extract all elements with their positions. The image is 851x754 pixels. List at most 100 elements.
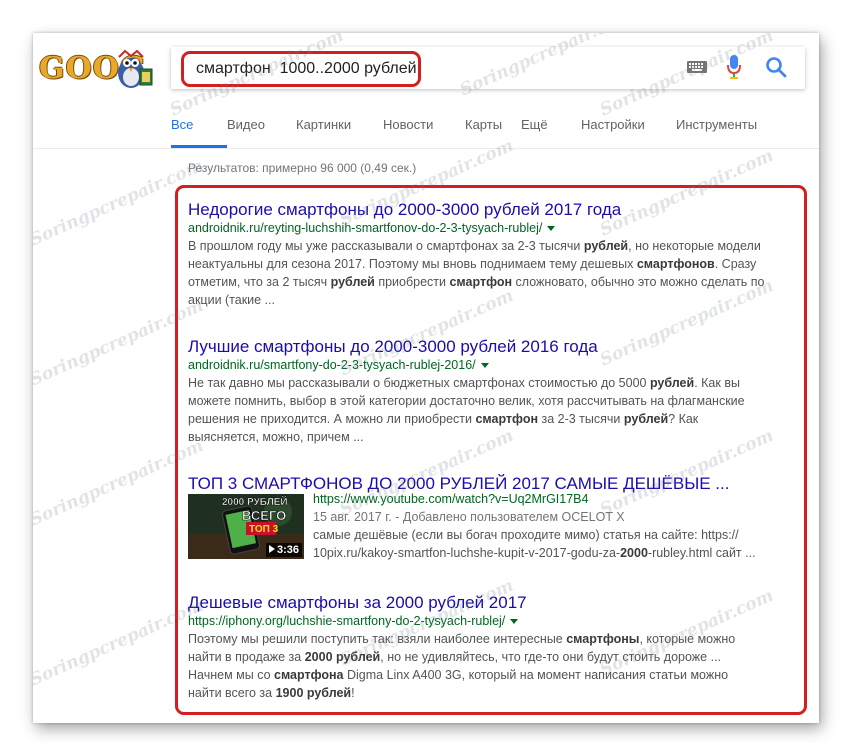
snippet-text: найти в продаже за xyxy=(188,650,305,664)
result-title[interactable]: Лучшие смартфоны до 2000-3000 рублей 201… xyxy=(188,337,798,357)
snippet-text: Начнем мы со xyxy=(188,668,275,682)
snippet-keyword: смартфон xyxy=(449,275,513,289)
search-header: GOOG смартфон 1000..2000 рублей Все Виде… xyxy=(33,33,819,149)
thumb-badge-text: ТОП 3 xyxy=(249,524,279,535)
tab-news[interactable]: Новости xyxy=(383,115,465,148)
snippet-line: акции (такие ... xyxy=(188,291,798,309)
thumb-top-text: 2000 РУБЛЕЙ xyxy=(222,495,288,508)
video-thumbnail[interactable]: 2000 РУБЛЕЙ ВСЕГО ТОП 3 3:36 xyxy=(188,494,304,559)
logo[interactable]: GOOG xyxy=(39,47,159,95)
play-icon xyxy=(268,545,275,553)
snippet-text: выясняется, можно, причем ... xyxy=(188,430,364,444)
search-result: Недорогие смартфоны до 2000-3000 рублей … xyxy=(188,200,798,309)
video-date-line: 15 авг. 2017 г. - Добавлено пользователе… xyxy=(313,510,625,524)
tab-tools[interactable]: Инструменты xyxy=(676,115,757,148)
snippet-text: Поэтому мы решили поступить так: взяли н… xyxy=(188,632,567,646)
result-stats: Результатов: примерно 96 000 (0,49 сек.) xyxy=(188,161,417,175)
microphone-icon[interactable] xyxy=(727,55,741,79)
snippet-line: найти в продаже за 2000 рублей, но не уд… xyxy=(188,648,798,666)
snippet-keyword: рублей xyxy=(330,275,375,289)
search-input[interactable]: смартфон 1000..2000 рублей xyxy=(196,60,417,78)
search-tabs: Все Видео Картинки Новости Карты Ещё Нас… xyxy=(171,115,757,149)
snippet-text: 10pix.ru/kakoy-smartfon-luchshe-kupit-v-… xyxy=(313,546,621,560)
result-url-text: https://iphony.org/luchshie-smartfony-do… xyxy=(188,614,506,628)
dropdown-arrow-icon[interactable] xyxy=(480,363,489,369)
search-box[interactable]: смартфон 1000..2000 рублей xyxy=(171,47,805,89)
snippet-line: Поэтому мы решили поступить так: взяли н… xyxy=(188,630,798,648)
snippet-text: . Сразу xyxy=(714,257,757,271)
snippet-text: отметим, что за 2 тысяч xyxy=(188,275,331,289)
snippet-keyword: рублей xyxy=(623,412,669,426)
snippet-line: самые дешёвые (если вы богач проходите м… xyxy=(313,526,798,544)
snippet-line: отметим, что за 2 тысяч рублей приобрест… xyxy=(188,273,798,291)
snippet-text: Не так давно мы рассказывали о бюджетных… xyxy=(188,376,650,390)
snippet-text: , но некоторые модели xyxy=(628,239,761,253)
keyboard-icon[interactable] xyxy=(687,61,707,73)
snippet-keyword: рублей xyxy=(649,376,695,390)
result-snippet: самые дешёвые (если вы богач проходите м… xyxy=(313,526,798,562)
dropdown-arrow-icon[interactable] xyxy=(547,226,556,232)
snippet-text: . Как вы xyxy=(694,376,740,390)
snippet-text: за 2-3 тысячи xyxy=(538,412,624,426)
result-snippet: Поэтому мы решили поступить так: взяли н… xyxy=(188,630,798,702)
snippet-line: выясняется, можно, причем ... xyxy=(188,428,798,446)
snippet-text: сложновато, обычно это можно сделать по xyxy=(512,275,765,289)
snippet-line: 10pix.ru/kakoy-smartfon-luchshe-kupit-v-… xyxy=(313,544,798,562)
tab-settings[interactable]: Настройки xyxy=(581,115,676,148)
tab-all[interactable]: Все xyxy=(171,115,227,148)
tab-more[interactable]: Ещё xyxy=(521,115,581,148)
snippet-text: , которые можно xyxy=(639,632,736,646)
result-url[interactable]: androidnik.ru/reyting-luchshih-smartfono… xyxy=(188,220,798,237)
search-result: Лучшие смартфоны до 2000-3000 рублей 201… xyxy=(188,337,798,446)
tab-video[interactable]: Видео xyxy=(227,115,296,148)
snippet-line: можете помнить, выбор в этой категории д… xyxy=(188,392,798,410)
bird-mascot-icon xyxy=(118,49,153,88)
snippet-line: Начнем мы со смартфона Digma Linx A400 3… xyxy=(188,666,798,684)
snippet-keyword: смартфонов xyxy=(636,257,715,271)
dropdown-arrow-icon[interactable] xyxy=(510,619,519,625)
snippet-line: решения не приходится. А можно ли приобр… xyxy=(188,410,798,428)
snippet-text: -rubley.html сайт ... xyxy=(647,546,756,560)
snippet-keyword: смартфоны xyxy=(566,632,640,646)
tab-maps[interactable]: Карты xyxy=(465,115,521,148)
snippet-keyword: смартфона xyxy=(274,668,344,682)
snippet-text: самые дешёвые (если вы богач проходите м… xyxy=(313,528,739,542)
result-url[interactable]: https://iphony.org/luchshie-smartfony-do… xyxy=(188,613,798,630)
result-url-text: androidnik.ru/reyting-luchshih-smartfono… xyxy=(188,221,543,235)
snippet-text: приобрести xyxy=(374,275,450,289)
snippet-text: найти всего за xyxy=(188,686,276,700)
snippet-keyword: рублей xyxy=(583,239,629,253)
query-highlight-frame: смартфон 1000..2000 рублей xyxy=(181,51,421,87)
snippet-text: , но не удивляйтесь, что где-то они буду… xyxy=(380,650,722,664)
snippet-keyword: смартфон xyxy=(475,412,539,426)
result-title[interactable]: Недорогие смартфоны до 2000-3000 рублей … xyxy=(188,200,798,220)
video-meta: https://www.youtube.com/watch?v=Uq2MrGI1… xyxy=(313,491,798,562)
tab-images[interactable]: Картинки xyxy=(296,115,383,148)
snippet-text: ! xyxy=(351,686,355,700)
result-title[interactable]: Дешевые смартфоны за 2000 рублей 2017 xyxy=(188,593,798,613)
browser-frame: GOOG смартфон 1000..2000 рублей Все Виде… xyxy=(33,33,819,723)
result-snippet: Не так давно мы рассказывали о бюджетных… xyxy=(188,374,798,446)
snippet-keyword: 1900 рублей xyxy=(275,686,352,700)
search-icon[interactable] xyxy=(765,56,787,78)
snippet-line: неактуальны для сезона 2017. Поэтому мы … xyxy=(188,255,798,273)
snippet-keyword: 2000 рублей xyxy=(304,650,381,664)
snippet-text: решения не приходится. А можно ли приобр… xyxy=(188,412,476,426)
thumb-mid-text: ВСЕГО xyxy=(242,508,286,523)
snippet-line: найти всего за 1900 рублей! xyxy=(188,684,798,702)
snippet-line: Не так давно мы рассказывали о бюджетных… xyxy=(188,374,798,392)
snippet-line: В прошлом году мы уже рассказывали о сма… xyxy=(188,237,798,255)
search-result: Дешевые смартфоны за 2000 рублей 2017 ht… xyxy=(188,593,798,702)
duration-text: 3:36 xyxy=(276,544,299,556)
snippet-text: можете помнить, выбор в этой категории д… xyxy=(188,394,745,408)
snippet-text: ? Как xyxy=(668,412,699,426)
snippet-text: акции (такие ... xyxy=(188,293,276,307)
video-duration: 3:36 xyxy=(265,543,302,557)
result-url[interactable]: https://www.youtube.com/watch?v=Uq2MrGI1… xyxy=(313,491,798,508)
result-url[interactable]: androidnik.ru/smartfony-do-2-3-tysyach-r… xyxy=(188,357,798,374)
snippet-text: В прошлом году мы уже рассказывали о сма… xyxy=(188,239,584,253)
video-result: ТОП 3 СМАРТФОНОВ ДО 2000 РУБЛЕЙ 2017 САМ… xyxy=(188,474,798,574)
snippet-text: Digma Linx A400 3G, который на момент на… xyxy=(343,668,729,682)
snippet-text: неактуальны для сезона 2017. Поэтому мы … xyxy=(188,257,637,271)
snippet-keyword: 2000 xyxy=(620,546,648,560)
